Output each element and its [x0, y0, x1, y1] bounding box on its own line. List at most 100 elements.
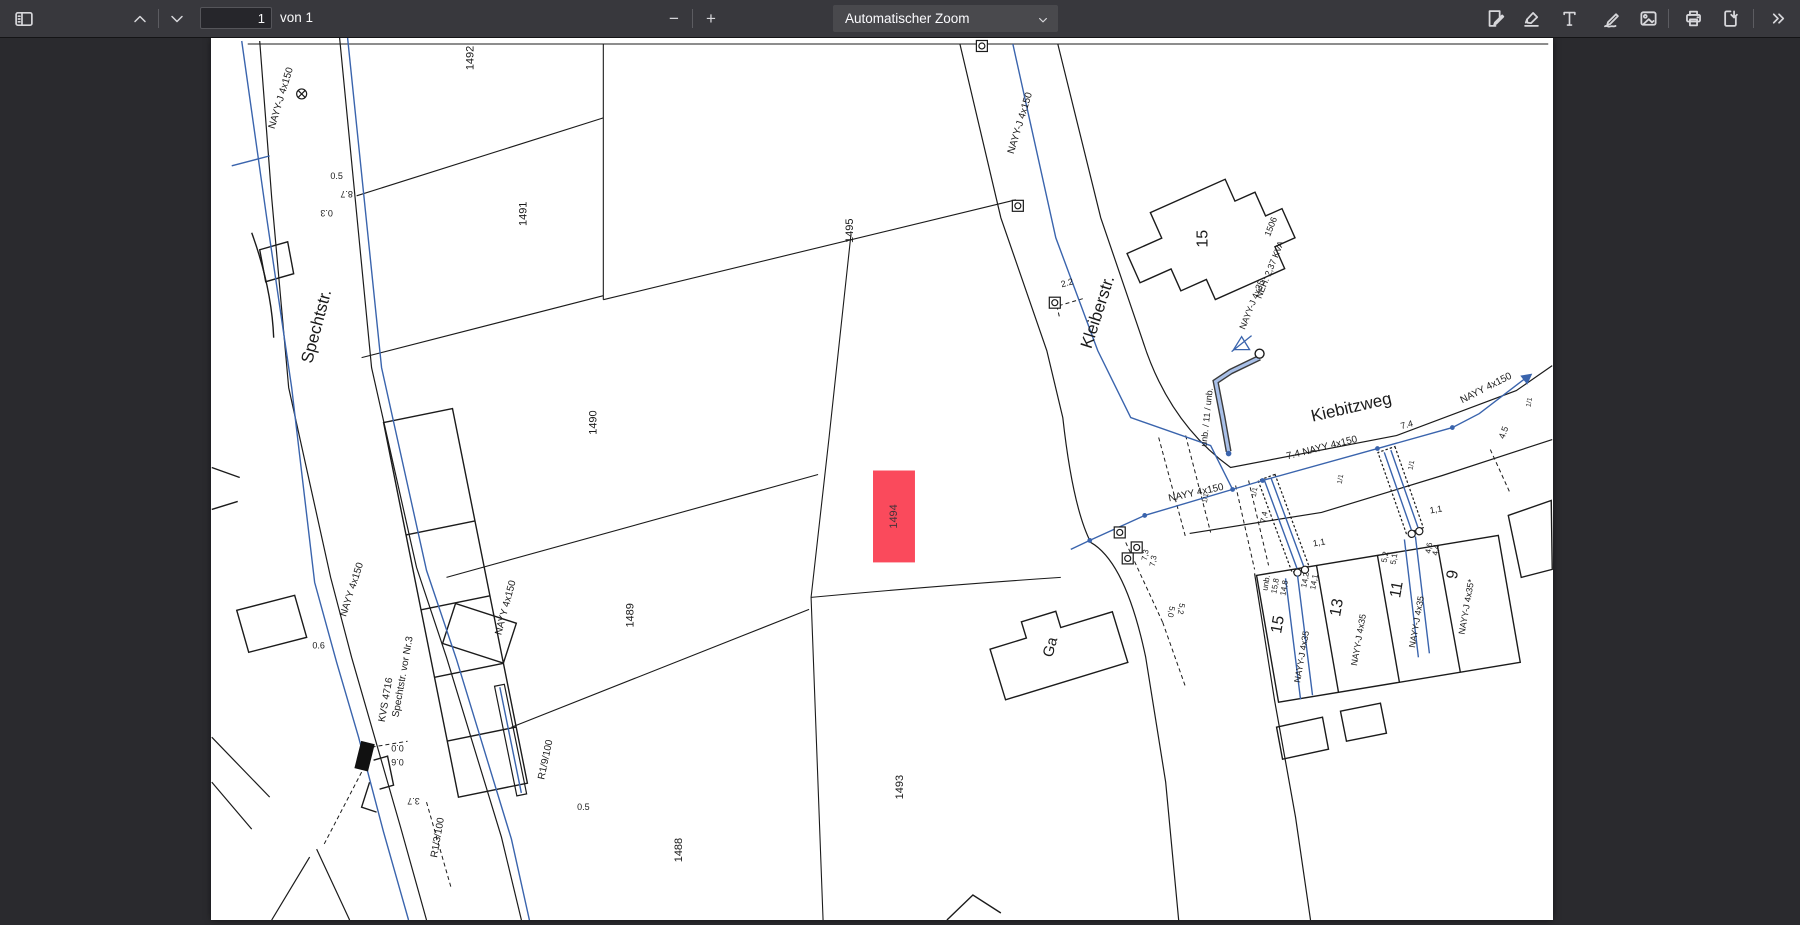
map-label: Spechtstr. vor Nr.3	[391, 635, 416, 718]
pdf-page[interactable]: 1494 1492149114951490148914881493Spechts…	[211, 38, 1553, 920]
map-label: 7.4 NAYY 4x150	[1285, 434, 1359, 462]
map-label: 0.0	[391, 743, 403, 753]
zoom-level-value: Automatischer Zoom	[845, 11, 970, 26]
map-label: 11	[1387, 580, 1407, 599]
map-label: 1490	[587, 410, 599, 434]
map-label: 14,1	[1308, 573, 1320, 590]
map-label: 7.4	[1399, 418, 1414, 431]
map-label: 0.3	[320, 208, 332, 218]
print-icon	[1684, 9, 1703, 28]
map-label: 8.7	[340, 189, 352, 199]
map-label: 5,1	[1389, 552, 1400, 565]
toolbar-separator	[158, 9, 159, 28]
highlight-tool-button[interactable]	[1517, 5, 1545, 32]
map-label: 1/1	[1408, 460, 1417, 471]
map-label: 1/1	[1525, 397, 1534, 408]
toolbar-separator	[1753, 9, 1754, 28]
map-label: Kiebitzweg	[1309, 389, 1393, 426]
map-label: 1506	[1262, 216, 1279, 238]
dashed-measure-lines	[324, 299, 1511, 889]
zoom-level-select[interactable]: Automatischer Zoom	[833, 5, 1058, 32]
image-tool-icon	[1639, 9, 1658, 28]
highlight-label: 1494	[888, 504, 900, 528]
map-label: 1493	[894, 775, 906, 799]
sidebar-toggle-button[interactable]	[10, 5, 38, 32]
cable-arrowhead	[1520, 374, 1532, 385]
zoom-out-icon: −	[669, 10, 679, 27]
map-label: unb. / 11 / unb.	[1199, 387, 1215, 447]
highlighter-icon	[1522, 9, 1541, 28]
map-label: 4,4	[1431, 543, 1442, 556]
previous-page-button[interactable]	[126, 5, 154, 32]
map-label: 9	[1444, 569, 1462, 581]
map-label: 1489	[624, 603, 636, 627]
zoom-in-button[interactable]: +	[697, 5, 725, 32]
map-label: 0.5	[330, 171, 342, 181]
map-label: 4.5	[1497, 425, 1511, 440]
zoom-out-button[interactable]: −	[660, 5, 688, 32]
map-label: 15	[1195, 230, 1212, 248]
map-label: NAYY-J 4x35*	[1457, 578, 1477, 635]
map-label: 1495	[844, 219, 856, 243]
map-label: 14,8	[1278, 579, 1290, 596]
map-label: NAYY-J 4x35	[1349, 613, 1368, 666]
map-label: NAYY-J 4x35	[1407, 595, 1426, 648]
map-label: NAYY 4x150	[1168, 482, 1226, 505]
parcel-highlight[interactable]: 1494	[873, 471, 915, 563]
map-label: 13	[1327, 597, 1347, 618]
pdf-toolbar: von 1 − + Automatischer Zoom	[0, 0, 1800, 38]
map-label: 0.6	[391, 757, 403, 767]
print-button[interactable]	[1679, 5, 1707, 32]
map-labels: 1492149114951490148914881493Spechtstr.Kl…	[267, 46, 1534, 863]
map-label: 3.7	[407, 796, 419, 806]
map-label: 1/1	[1251, 487, 1260, 498]
more-tools-icon	[1770, 10, 1787, 27]
more-tools-button[interactable]	[1764, 5, 1792, 32]
map-label: 1/1	[1202, 493, 1211, 504]
map-label: R1/3/100	[429, 816, 447, 858]
signature-icon	[1486, 9, 1505, 28]
save-icon	[1721, 9, 1740, 28]
map-label: 7,3	[1148, 554, 1159, 567]
map-label: 0.6	[312, 640, 324, 650]
chevron-down-icon	[169, 11, 185, 27]
page-count-label: von 1	[280, 10, 313, 25]
toolbar-separator	[1668, 9, 1669, 28]
house-connection-circle	[1255, 349, 1264, 358]
service-cable-thick	[1216, 358, 1260, 452]
map-label: NAYY-J 4x150	[267, 66, 296, 131]
map-label: 1491	[517, 202, 529, 226]
map-label: 2.2	[1060, 276, 1075, 289]
map-label: Ga	[1040, 635, 1062, 659]
save-button[interactable]	[1716, 5, 1744, 32]
pdf-viewer-area[interactable]: 1494 1492149114951490148914881493Spechts…	[0, 38, 1800, 920]
map-label: NAYY 4x150	[338, 561, 366, 618]
text-tool-button[interactable]	[1555, 5, 1583, 32]
map-label: 1,1	[1429, 503, 1443, 515]
map-label: 0.5	[577, 802, 589, 812]
map-label: R1/9/100	[536, 738, 555, 780]
signature-tool-button[interactable]	[1481, 5, 1509, 32]
map-label: 15	[1268, 614, 1288, 635]
draw-tool-icon	[1602, 9, 1621, 28]
draw-tool-button[interactable]	[1597, 5, 1625, 32]
map-label: 1,1	[1312, 536, 1326, 548]
chevron-down-icon	[1037, 14, 1049, 26]
map-label: 5,0	[1166, 606, 1177, 619]
map-label: 1/1	[1337, 474, 1346, 485]
cadastral-map: 1494 1492149114951490148914881493Spechts…	[211, 38, 1553, 920]
chevron-up-icon	[132, 11, 148, 27]
text-tool-icon	[1560, 9, 1579, 28]
kvs-cabinet	[354, 741, 374, 772]
map-label: NAYY 4x150	[1459, 371, 1514, 407]
map-label: Spechtstr.	[297, 287, 335, 365]
toolbar-separator	[692, 9, 693, 28]
sidebar-toggle-icon	[15, 10, 33, 28]
service-triangle-symbol	[1232, 336, 1252, 352]
image-tool-button[interactable]	[1634, 5, 1662, 32]
next-page-button[interactable]	[163, 5, 191, 32]
page-number-input[interactable]	[200, 7, 272, 29]
zoom-in-icon: +	[706, 10, 716, 27]
map-label: 5,2	[1176, 603, 1187, 616]
map-label: 1492	[464, 46, 476, 70]
